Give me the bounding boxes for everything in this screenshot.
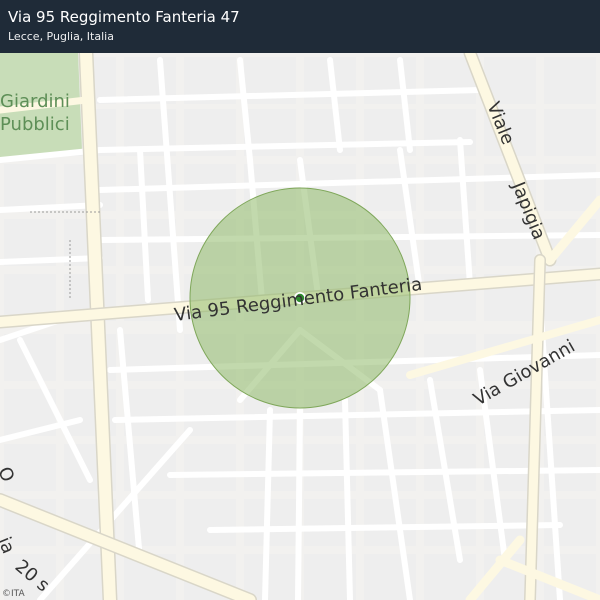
city-block <box>424 554 476 600</box>
city-block <box>364 57 416 104</box>
city-block <box>544 109 596 156</box>
city-block <box>184 444 236 491</box>
city-block <box>64 334 116 381</box>
map-canvas[interactable]: Giardini Pubblici Via 95 Reggimento Fant… <box>0 53 600 600</box>
address-title: Via 95 Reggimento Fanteria 47 <box>8 8 240 26</box>
city-block <box>124 334 176 381</box>
city-block <box>544 57 596 104</box>
city-block <box>304 109 356 156</box>
address-subtitle: Lecce, Puglia, Italia <box>8 30 114 43</box>
city-block <box>184 499 236 546</box>
city-block <box>544 164 596 211</box>
city-block <box>4 164 56 211</box>
park-label-line2: Pubblici <box>0 114 70 135</box>
city-block <box>244 554 296 600</box>
map-attribution[interactable]: ©ITA <box>2 589 25 599</box>
city-block <box>424 164 476 211</box>
city-block <box>124 389 176 436</box>
park-label-line1: Giardini <box>0 91 70 112</box>
location-header: Via 95 Reggimento Fanteria 47 Lecce, Pug… <box>0 0 600 53</box>
city-block <box>364 499 416 546</box>
city-block <box>124 499 176 546</box>
map-view[interactable]: Giardini Pubblici Via 95 Reggimento Fant… <box>0 53 600 600</box>
city-block <box>424 109 476 156</box>
